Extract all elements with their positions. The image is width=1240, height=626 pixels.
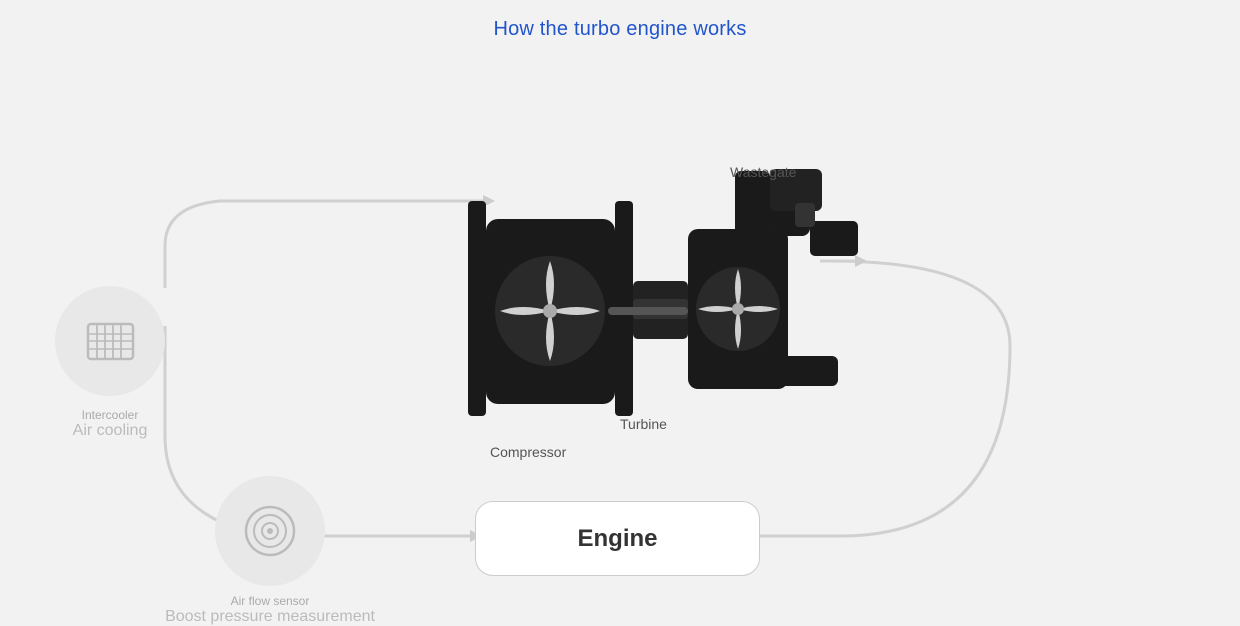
radiator-icon [83,314,138,369]
diagram-area: Intercooler Air cooling Air flow sensor … [0,46,1240,591]
page-title: How the turbo engine works [0,0,1240,41]
intercooler-circle [55,286,165,396]
wastegate-label: Wastegate [730,164,796,180]
engine-label: Engine [577,525,657,553]
intercooler-label: Intercooler Air cooling [30,408,190,440]
turbocharger-assembly [440,161,860,456]
compressor-label: Compressor [490,444,566,460]
sensor-icon [240,501,300,561]
airflow-sensor-circle [215,476,325,586]
airflow-label: Air flow sensor Boost pressure measureme… [160,594,380,626]
engine-box: Engine [475,501,760,576]
turbine-label: Turbine [620,416,667,432]
